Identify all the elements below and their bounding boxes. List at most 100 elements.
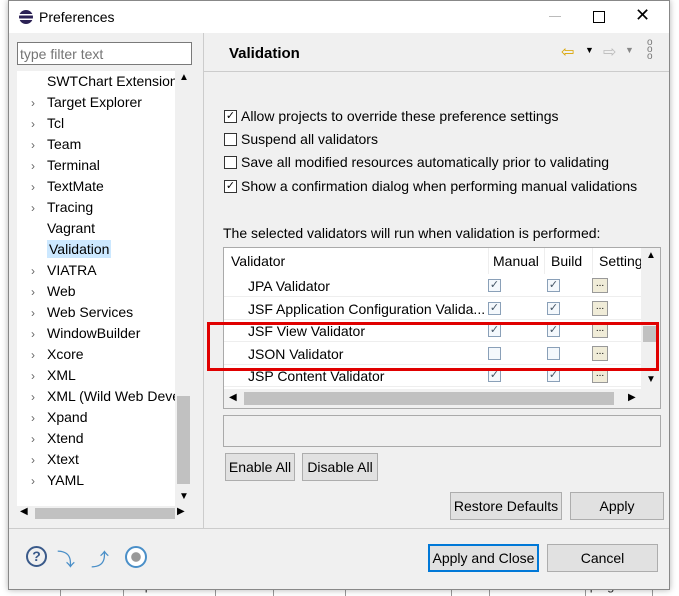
scroll-right-icon[interactable]: ▶ [628, 392, 636, 403]
settings-button[interactable]: ... [592, 300, 608, 316]
page-header: Validation ⇦ ▼ ⇨ ▼ ooo [204, 33, 669, 72]
tree-item-label: Tcl [47, 115, 65, 131]
apply-and-close-button[interactable]: Apply and Close [428, 544, 539, 572]
record-icon[interactable] [125, 546, 147, 568]
close-button[interactable]: ✕ [635, 5, 650, 26]
disable-all-button[interactable]: Disable All [302, 453, 378, 481]
checkbox[interactable] [224, 156, 237, 169]
chevron-right-icon[interactable]: › [31, 324, 47, 344]
minimize-button[interactable] [549, 16, 561, 17]
tree-item-label: Terminal [47, 157, 100, 173]
tree-item-label: Xpand [47, 409, 88, 425]
tree-item-label: VIATRA [47, 262, 97, 278]
window-title: Preferences [39, 9, 115, 25]
validator-name: JSF Application Configuration Valida... [248, 300, 486, 317]
scroll-down-icon[interactable]: ▼ [179, 491, 189, 502]
chevron-right-icon[interactable]: › [31, 450, 47, 470]
scroll-thumb[interactable] [177, 396, 190, 484]
scroll-up-icon[interactable]: ▲ [646, 250, 656, 261]
chevron-right-icon[interactable]: › [31, 303, 47, 323]
chevron-right-icon[interactable]: › [31, 408, 47, 428]
chevron-right-icon[interactable]: › [31, 387, 47, 407]
tree-item[interactable]: › YAML [31, 470, 84, 490]
back-arrow-icon[interactable]: ⇦ [561, 42, 574, 62]
scroll-thumb[interactable] [244, 392, 614, 405]
scroll-right-icon[interactable]: ▶ [177, 506, 185, 517]
chevron-right-icon[interactable]: › [31, 282, 47, 302]
tree-item[interactable]: Vagrant [31, 218, 95, 238]
chevron-right-icon[interactable]: › [31, 198, 47, 218]
enable-all-button[interactable]: Enable All [225, 453, 295, 481]
tree-item[interactable]: › Xtend [31, 428, 84, 448]
maximize-button[interactable] [593, 11, 605, 23]
scroll-down-icon[interactable]: ▼ [646, 374, 656, 385]
tree-item[interactable]: › XML [31, 365, 76, 385]
tree-item[interactable]: › Tcl [31, 113, 64, 133]
tree-item[interactable]: › Team [31, 134, 81, 154]
chevron-right-icon[interactable]: › [31, 177, 47, 197]
build-checkbox[interactable]: ✓ [547, 301, 560, 315]
tree-vertical-scrollbar[interactable]: ▲ ▼ [175, 71, 192, 506]
export-icon[interactable]: ⤴ [91, 546, 109, 572]
tree-item[interactable]: › Target Explorer [31, 92, 142, 112]
apply-button[interactable]: Apply [570, 492, 664, 520]
scroll-left-icon[interactable]: ◀ [229, 392, 237, 403]
tree-item[interactable]: › XML (Wild Web Devel [31, 386, 183, 406]
tree-item[interactable]: › TextMate [31, 176, 104, 196]
column-header-manual[interactable]: Manual [488, 248, 544, 274]
table-row[interactable]: JSF Application Configuration Valida... … [224, 298, 641, 320]
forward-arrow-icon[interactable]: ⇨ [603, 42, 616, 62]
description-box [223, 415, 661, 447]
tree-item[interactable]: › Web [31, 281, 76, 301]
chevron-right-icon[interactable]: › [31, 366, 47, 386]
help-icon[interactable]: ? [26, 546, 47, 567]
table-row[interactable]: JPA Validator ✓ ✓ ... [224, 275, 641, 297]
chevron-right-icon[interactable]: › [31, 345, 47, 365]
manual-checkbox[interactable]: ✓ [488, 279, 501, 292]
tree-item[interactable]: › Terminal [31, 155, 100, 175]
column-header-setting[interactable]: Setting [592, 248, 643, 274]
back-menu-dropdown-icon[interactable]: ▼ [585, 45, 594, 55]
tree-item[interactable]: › Xtext [31, 449, 79, 469]
manual-checkbox[interactable]: ✓ [488, 301, 501, 315]
chevron-right-icon[interactable]: › [31, 93, 47, 113]
checkbox[interactable]: ✓ [224, 110, 237, 123]
chevron-right-icon[interactable]: › [31, 471, 47, 491]
checkbox[interactable]: ✓ [224, 180, 237, 193]
tree-item-label: TextMate [47, 178, 104, 194]
chevron-right-icon[interactable]: › [31, 114, 47, 134]
highlight-rectangle [207, 322, 659, 371]
scroll-left-icon[interactable]: ◀ [20, 506, 28, 517]
table-horizontal-scrollbar[interactable]: ◀ ▶ [224, 389, 660, 408]
import-icon[interactable]: ⤵ [57, 546, 75, 572]
tree-item[interactable]: › WindowBuilder [31, 323, 140, 343]
chevron-right-icon[interactable]: › [31, 156, 47, 176]
chevron-right-icon[interactable]: › [31, 429, 47, 449]
tree-item[interactable]: SWTChart Extensions [31, 71, 185, 91]
tree-item[interactable]: Validation [31, 239, 112, 259]
tree-item[interactable]: › Xcore [31, 344, 84, 364]
tree-horizontal-scrollbar[interactable]: ◀ ▶ [17, 506, 192, 521]
restore-defaults-button[interactable]: Restore Defaults [450, 492, 562, 520]
title-bar: Preferences ✕ [9, 1, 669, 33]
forward-menu-dropdown-icon[interactable]: ▼ [625, 45, 634, 55]
tree-item[interactable]: › VIATRA [31, 260, 97, 280]
scroll-up-icon[interactable]: ▲ [179, 72, 189, 83]
tree-item[interactable]: › Tracing [31, 197, 93, 217]
page-title: Validation [229, 45, 300, 62]
cancel-button[interactable]: Cancel [547, 544, 658, 572]
tree-item-label: Web Services [47, 304, 134, 320]
panel-divider[interactable] [203, 33, 204, 528]
settings-button[interactable]: ... [592, 278, 608, 293]
scroll-thumb[interactable] [35, 508, 175, 519]
filter-input[interactable] [17, 42, 192, 65]
tree-item[interactable]: › Xpand [31, 407, 87, 427]
checkbox[interactable] [224, 133, 237, 146]
build-checkbox[interactable]: ✓ [547, 279, 560, 292]
tree-item[interactable]: › Web Services [31, 302, 133, 322]
column-header-build[interactable]: Build [544, 248, 592, 274]
chevron-right-icon[interactable]: › [31, 261, 47, 281]
column-header-validator[interactable]: Validator [231, 248, 285, 274]
chevron-right-icon[interactable]: › [31, 135, 47, 155]
view-menu-icon[interactable]: ooo [647, 38, 653, 62]
